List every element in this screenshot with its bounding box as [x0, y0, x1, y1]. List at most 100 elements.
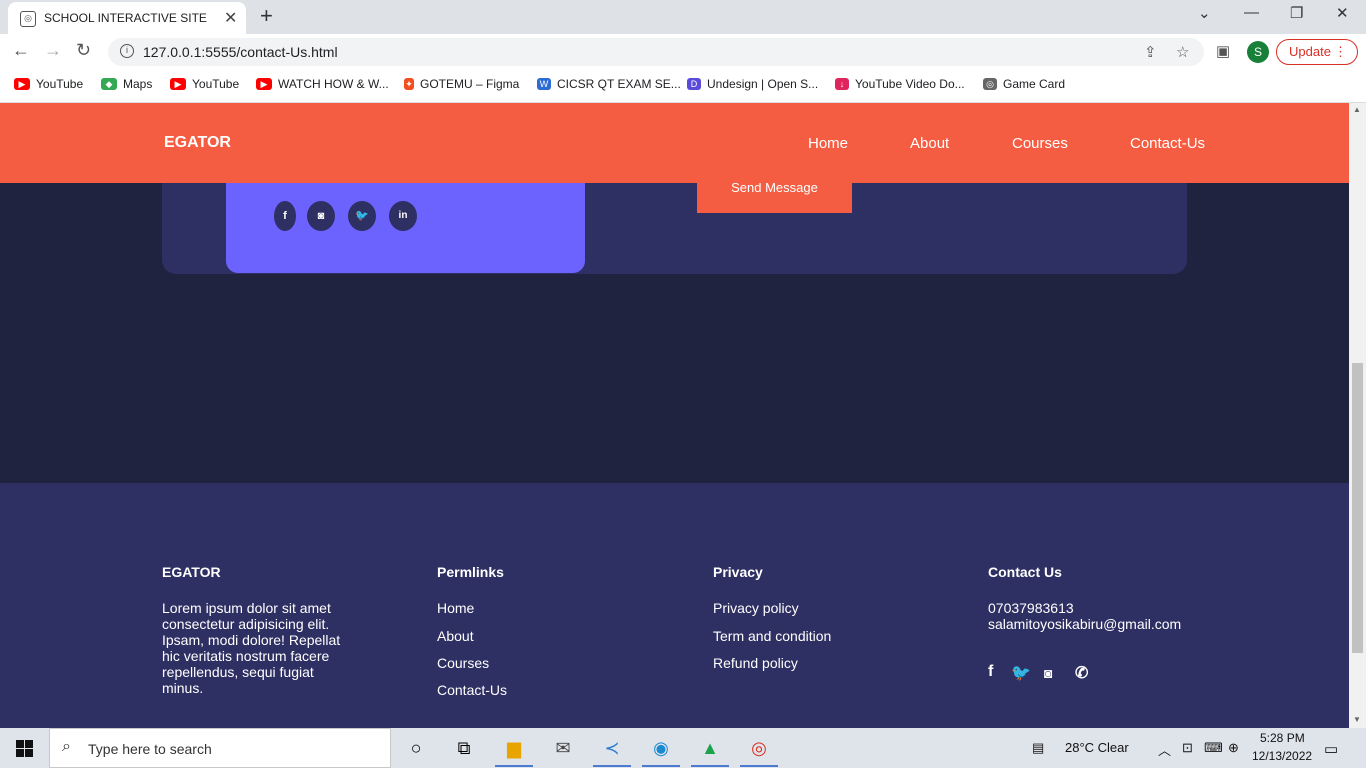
browser-tab-bar: ◎ SCHOOL INTERACTIVE SITE ✕ + ⌄ — ❐ ✕	[0, 0, 1366, 34]
update-button[interactable]: Update ⋮	[1276, 39, 1358, 65]
bookmark-label: Maps	[123, 77, 153, 91]
close-window-button[interactable]: ✕	[1336, 4, 1349, 22]
bookmark-item[interactable]: ▶ YouTube	[14, 77, 83, 91]
nav-home[interactable]: Home	[808, 135, 848, 152]
page-scrollbar[interactable]: ▲ ▼	[1349, 103, 1366, 728]
task-view-icon[interactable]: ⧉	[452, 736, 476, 760]
menu-dots-icon: ⋮	[1334, 44, 1347, 59]
youtube-icon: ▶	[256, 78, 272, 90]
scroll-up-icon[interactable]: ▲	[1353, 105, 1361, 114]
vscode-icon[interactable]: ≺	[600, 736, 624, 760]
app-triangle-icon[interactable]: ▲	[698, 736, 722, 760]
footer-permlinks-title: Permlinks	[437, 564, 504, 580]
footer-link-terms[interactable]: Term and condition	[713, 628, 831, 644]
active-indicator	[495, 765, 533, 767]
facebook-icon[interactable]: f	[274, 201, 296, 231]
side-panel-icon[interactable]: ▣	[1216, 42, 1230, 60]
footer-brand-title: EGATOR	[162, 564, 221, 580]
notifications-icon[interactable]: ▭	[1324, 740, 1338, 758]
browser-toolbar: ← → ↻ i 127.0.0.1:5555/contact-Us.html ⇪…	[0, 34, 1366, 70]
download-icon: ↓	[835, 78, 849, 90]
restore-button[interactable]: ❐	[1290, 4, 1303, 22]
footer-link-contact-us[interactable]: Contact-Us	[437, 682, 507, 698]
bookmark-item[interactable]: ▶ YouTube	[170, 77, 239, 91]
page-viewport: f ◙ 🐦 in Send Message EGATOR Home About …	[0, 103, 1349, 728]
search-placeholder: Type here to search	[88, 741, 212, 757]
scroll-down-icon[interactable]: ▼	[1353, 715, 1361, 724]
bookmarks-bar: ▶ YouTube ◆ Maps ▶ YouTube ▶ WATCH HOW & W..…	[0, 70, 1366, 103]
clock-date[interactable]: 12/13/2022	[1252, 749, 1312, 763]
footer-link-refund-policy[interactable]: Refund policy	[713, 655, 798, 671]
bookmark-label: Undesign | Open S...	[707, 77, 819, 91]
youtube-icon: ▶	[14, 78, 30, 90]
windows-start-icon[interactable]	[16, 740, 33, 757]
bookmark-item[interactable]: ◆ Maps	[101, 77, 152, 91]
chrome-icon[interactable]: ◎	[747, 736, 771, 760]
browser-tab[interactable]: ◎ SCHOOL INTERACTIVE SITE ✕	[8, 2, 246, 34]
tab-search-icon[interactable]: ⌄	[1198, 4, 1211, 22]
bookmark-item[interactable]: W CICSR QT EXAM SE...	[537, 77, 681, 91]
twitter-icon[interactable]: 🐦	[348, 201, 376, 231]
forward-button[interactable]: →	[44, 40, 62, 61]
site-logo[interactable]: EGATOR	[164, 134, 231, 152]
bookmark-item[interactable]: ▶ WATCH HOW & W...	[256, 77, 389, 91]
edge-icon[interactable]: ◉	[649, 736, 673, 760]
figma-icon: ✦	[404, 78, 414, 90]
bookmark-label: CICSR QT EXAM SE...	[557, 77, 681, 91]
address-bar[interactable]: i 127.0.0.1:5555/contact-Us.html ⇪ ☆	[108, 38, 1204, 66]
active-indicator	[593, 765, 631, 767]
site-navbar: EGATOR Home About Courses Contact-Us	[0, 103, 1349, 183]
nav-contact-us[interactable]: Contact-Us	[1130, 135, 1205, 152]
bookmark-label: Game Card	[1003, 77, 1066, 91]
new-tab-button[interactable]: +	[260, 3, 273, 29]
weather-icon[interactable]: ▤	[1032, 740, 1044, 756]
facebook-icon[interactable]: f	[988, 663, 993, 681]
site-favicon-icon: ◎	[20, 11, 36, 27]
network-icon[interactable]: ⊡	[1182, 740, 1193, 756]
bookmark-item[interactable]: ◎ Game Card	[983, 77, 1065, 91]
footer-link-about[interactable]: About	[437, 628, 474, 644]
nav-about[interactable]: About	[910, 135, 949, 152]
instagram-icon[interactable]: ◙	[1044, 665, 1052, 681]
weather-text[interactable]: 28°C Clear	[1065, 740, 1129, 755]
close-tab-icon[interactable]: ✕	[224, 8, 237, 28]
footer-link-courses[interactable]: Courses	[437, 655, 489, 671]
clock-time[interactable]: 5:28 PM	[1260, 731, 1305, 745]
scrollbar-thumb[interactable]	[1352, 363, 1363, 653]
reload-button[interactable]: ↻	[76, 40, 91, 61]
footer-link-privacy-policy[interactable]: Privacy policy	[713, 600, 799, 616]
file-explorer-icon[interactable]: ▆	[502, 736, 526, 760]
active-indicator	[691, 765, 729, 767]
back-button[interactable]: ←	[12, 40, 30, 61]
share-icon[interactable]: ⇪	[1144, 43, 1157, 61]
bookmark-item[interactable]: D Undesign | Open S...	[687, 77, 818, 91]
bookmark-item[interactable]: ↓ YouTube Video Do...	[835, 77, 965, 91]
url-text[interactable]: 127.0.0.1:5555/contact-Us.html	[143, 44, 338, 60]
footer-contact-title: Contact Us	[988, 564, 1062, 580]
nav-courses[interactable]: Courses	[1012, 135, 1068, 152]
mail-icon[interactable]: ✉	[551, 736, 575, 760]
active-indicator	[740, 765, 778, 767]
footer-email[interactable]: salamitoyosikabiru@gmail.com	[988, 616, 1181, 632]
site-info-icon[interactable]: i	[120, 44, 134, 58]
youtube-icon: ▶	[170, 78, 186, 90]
footer-link-home[interactable]: Home	[437, 600, 474, 616]
language-icon[interactable]: ⌨	[1204, 740, 1223, 756]
whatsapp-icon[interactable]: ✆	[1075, 663, 1088, 683]
taskbar-search-box[interactable]: ⌕ Type here to search	[49, 728, 391, 768]
profile-avatar[interactable]: S	[1247, 41, 1269, 63]
tray-chevron-icon[interactable]: ︿	[1158, 740, 1171, 759]
instagram-icon[interactable]: ◙	[307, 201, 335, 231]
footer-phone: 07037983613	[988, 600, 1074, 616]
minimize-button[interactable]: —	[1244, 4, 1259, 21]
bookmark-label: YouTube	[192, 77, 240, 91]
bookmark-star-icon[interactable]: ☆	[1176, 43, 1189, 61]
globe-icon[interactable]: ⊕	[1228, 740, 1239, 756]
undesign-icon: D	[687, 78, 701, 90]
bookmark-item[interactable]: ✦ GOTEMU – Figma	[404, 77, 519, 91]
twitter-icon[interactable]: 🐦	[1011, 663, 1031, 683]
tab-title: SCHOOL INTERACTIVE SITE	[44, 11, 207, 25]
cortana-icon[interactable]: ○	[404, 736, 428, 760]
footer-brand-text: Lorem ipsum dolor sit amet consectetur a…	[162, 600, 341, 696]
linkedin-icon[interactable]: in	[389, 201, 417, 231]
